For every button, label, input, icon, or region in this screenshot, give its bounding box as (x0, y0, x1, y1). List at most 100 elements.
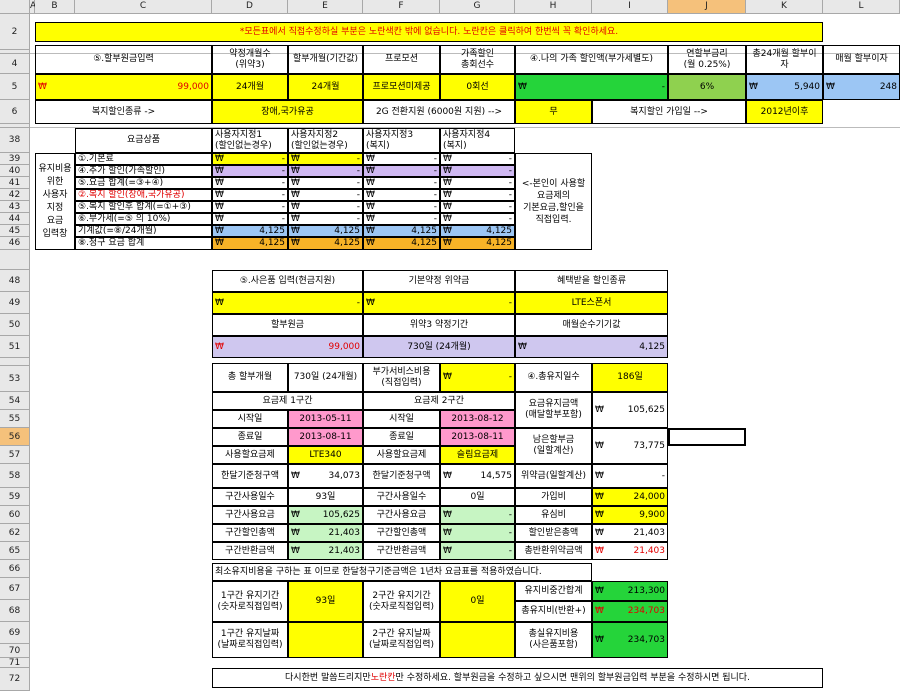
period1-input[interactable]: 93일 (288, 581, 363, 622)
plan-cell[interactable]: ₩ - (363, 177, 440, 189)
period2-input[interactable]: 0일 (440, 581, 515, 622)
col-header-h[interactable]: H (515, 0, 592, 14)
penalty-daily-value[interactable]: ₩ - (592, 464, 668, 488)
installment-principal-value[interactable]: ₩99,000 (212, 336, 363, 358)
detail-value[interactable]: ₩21,403 (288, 542, 363, 560)
row-header[interactable]: 4 (0, 54, 30, 74)
sim-input[interactable]: ₩9,900 (592, 506, 668, 524)
plan-cell[interactable]: ₩4,125 (288, 225, 363, 237)
detail-value[interactable]: ₩ - (440, 542, 515, 560)
col-header-c[interactable]: C (75, 0, 212, 14)
support-2g-select[interactable]: 무 (515, 100, 592, 124)
plan-cell[interactable]: ₩ - (212, 213, 288, 225)
detail-value[interactable]: 2013-08-12 (440, 410, 515, 428)
row-header[interactable]: 58 (0, 464, 30, 488)
row-header[interactable]: 45 (0, 225, 30, 237)
family-discount-value[interactable]: ₩ - (515, 74, 668, 100)
plan-cell[interactable]: ₩ - (440, 153, 515, 165)
row-header[interactable]: 42 (0, 189, 30, 201)
col-header-g[interactable]: G (440, 0, 515, 14)
remaining-value[interactable]: ₩73,775 (592, 428, 668, 464)
family-members-select[interactable]: 0회선 (440, 74, 515, 100)
plan-cell[interactable]: ₩ - (288, 165, 363, 177)
col-header-l[interactable]: L (823, 0, 900, 14)
plan-cell[interactable]: ₩ - (288, 177, 363, 189)
row-header[interactable]: 70 (0, 644, 30, 658)
plan-cell[interactable]: ₩ - (212, 177, 288, 189)
detail-value[interactable]: 2013-08-11 (440, 428, 515, 446)
total-refund-value[interactable]: ₩21,403 (592, 542, 668, 560)
join-fee-input[interactable]: ₩24,000 (592, 488, 668, 506)
plan-cell[interactable]: ₩ - (212, 201, 288, 213)
annual-rate-value[interactable]: 6% (668, 74, 746, 100)
row-header[interactable]: 65 (0, 542, 30, 560)
row-header[interactable]: 39 (0, 153, 30, 165)
row-header[interactable]: 59 (0, 488, 30, 506)
col-header-j[interactable]: J (668, 0, 746, 14)
plan-cell[interactable]: ₩ - (212, 165, 288, 177)
row-header[interactable]: 62 (0, 524, 30, 542)
plan-cell[interactable]: ₩ - (363, 213, 440, 225)
plan-cell[interactable]: ₩ - (288, 213, 363, 225)
row-header[interactable]: 68 (0, 600, 30, 622)
row-header[interactable]: 6 (0, 100, 30, 124)
detail-value[interactable]: 2013-05-11 (288, 410, 363, 428)
plan-cell[interactable]: ₩ - (363, 189, 440, 201)
col-header-k[interactable]: K (746, 0, 823, 14)
plan-cell[interactable]: ₩ - (363, 165, 440, 177)
detail-value[interactable]: LTE340 (288, 446, 363, 464)
penalty3-value[interactable]: 730일 (24개월) (363, 336, 515, 358)
row-header[interactable]: 2 (0, 14, 30, 50)
real-cost-value[interactable]: ₩234,703 (592, 622, 668, 658)
row-header[interactable]: 44 (0, 213, 30, 225)
plan-cell[interactable]: ₩ - (440, 189, 515, 201)
row-header[interactable]: 46 (0, 237, 30, 250)
row-header[interactable]: 54 (0, 392, 30, 410)
notice-banner[interactable]: *모든표에서 직접수정하실 부분은 노란색칸 밖에 없습니다. 노란칸은 클릭하… (35, 22, 823, 42)
detail-value[interactable]: 슬림요금제 (440, 446, 515, 464)
detail-value[interactable]: 0일 (440, 488, 515, 506)
detail-value[interactable]: ₩ - (440, 506, 515, 524)
row-header[interactable]: 69 (0, 622, 30, 644)
addon-input[interactable]: ₩ - (440, 363, 515, 392)
selected-cell-j56[interactable] (668, 428, 746, 446)
row-header[interactable]: 55 (0, 410, 30, 428)
maint-sum-value[interactable]: ₩213,300 (592, 581, 668, 601)
col-header-f[interactable]: F (363, 0, 440, 14)
col-header-i[interactable]: I (592, 0, 668, 14)
contract-months-select[interactable]: 24개월 (212, 74, 288, 100)
date1-input[interactable] (288, 622, 363, 658)
plan-cell[interactable]: ₩ - (440, 165, 515, 177)
plan-cell[interactable]: ₩4,125 (363, 237, 440, 250)
plan-cell[interactable]: ₩ - (212, 189, 288, 201)
total-days-value[interactable]: 186일 (592, 363, 668, 392)
penalty-input[interactable]: ₩ - (363, 292, 515, 314)
detail-value[interactable]: ₩ - (440, 524, 515, 542)
row-header[interactable]: 67 (0, 578, 30, 600)
detail-value[interactable]: 2013-08-11 (288, 428, 363, 446)
row-header-selected[interactable]: 56 (0, 428, 30, 446)
keep-fee-value[interactable]: ₩105,625 (592, 392, 668, 428)
row-header[interactable]: 50 (0, 314, 30, 336)
row-header[interactable]: 40 (0, 165, 30, 177)
plan-cell[interactable]: ₩ - (212, 153, 288, 165)
row-header[interactable]: 49 (0, 292, 30, 314)
detail-value[interactable]: ₩21,403 (288, 524, 363, 542)
row-header[interactable]: 66 (0, 560, 30, 578)
date2-input[interactable] (440, 622, 515, 658)
total-interest-value[interactable]: ₩5,940 (746, 74, 823, 100)
plan-cell[interactable]: ₩ - (288, 153, 363, 165)
detail-value[interactable]: ₩105,625 (288, 506, 363, 524)
plan-cell[interactable]: ₩ - (288, 189, 363, 201)
plan-cell[interactable]: ₩ - (363, 201, 440, 213)
gift-input[interactable]: ₩ - (212, 292, 363, 314)
row-header[interactable]: 53 (0, 366, 30, 392)
monthly-device-value[interactable]: ₩4,125 (515, 336, 668, 358)
row-header[interactable]: 5 (0, 74, 30, 100)
plan-cell[interactable]: ₩4,125 (212, 225, 288, 237)
col-header-d[interactable]: D (212, 0, 288, 14)
plan-cell[interactable]: ₩4,125 (363, 225, 440, 237)
discount-received-value[interactable]: ₩21,403 (592, 524, 668, 542)
col-header-b[interactable]: B (35, 0, 75, 14)
plan-cell[interactable]: ₩ - (363, 153, 440, 165)
